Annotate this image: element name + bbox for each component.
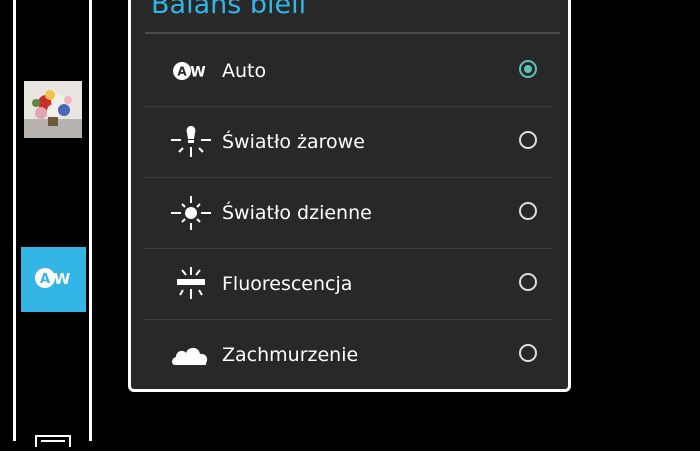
fluorescent-icon <box>164 262 218 306</box>
option-daylight[interactable]: Światło dzienne <box>145 178 551 249</box>
radio-button[interactable] <box>519 344 537 362</box>
title-divider <box>145 32 560 34</box>
svg-text:W: W <box>190 65 205 81</box>
option-label: Zachmurzenie <box>222 344 359 366</box>
option-cloudy[interactable]: Zachmurzenie <box>145 320 551 390</box>
option-fluorescent[interactable]: Fluorescencja <box>145 249 551 320</box>
camera-control-rail <box>13 0 92 441</box>
radio-button[interactable] <box>519 202 537 220</box>
option-label: Światło żarowe <box>222 131 365 153</box>
svg-text:A: A <box>177 65 187 79</box>
svg-text:A: A <box>39 272 49 287</box>
auto-wb-icon: A W <box>164 49 218 93</box>
incandescent-icon <box>164 120 218 164</box>
option-label: Fluorescencja <box>222 273 353 295</box>
left-edge <box>0 0 14 441</box>
dialog-title: Balans bieli <box>151 0 307 20</box>
radio-button[interactable] <box>519 131 537 149</box>
radio-button-selected[interactable] <box>519 60 537 78</box>
option-label: Auto <box>222 60 267 82</box>
menu-icon[interactable] <box>35 432 71 451</box>
last-photo-thumbnail[interactable] <box>24 81 82 138</box>
radio-button[interactable] <box>519 273 537 291</box>
daylight-icon <box>164 191 218 235</box>
auto-wb-icon: A W <box>34 267 74 293</box>
option-label: Światło dzienne <box>222 202 372 224</box>
option-auto[interactable]: A W Auto <box>145 36 551 107</box>
cloudy-icon <box>164 333 218 377</box>
white-balance-button[interactable]: A W <box>21 247 86 312</box>
option-incandescent[interactable]: Światło żarowe <box>145 107 551 178</box>
white-balance-dialog: Balans bieli A W Auto Światło żarowe Świ… <box>128 0 571 392</box>
svg-text:W: W <box>53 270 70 288</box>
